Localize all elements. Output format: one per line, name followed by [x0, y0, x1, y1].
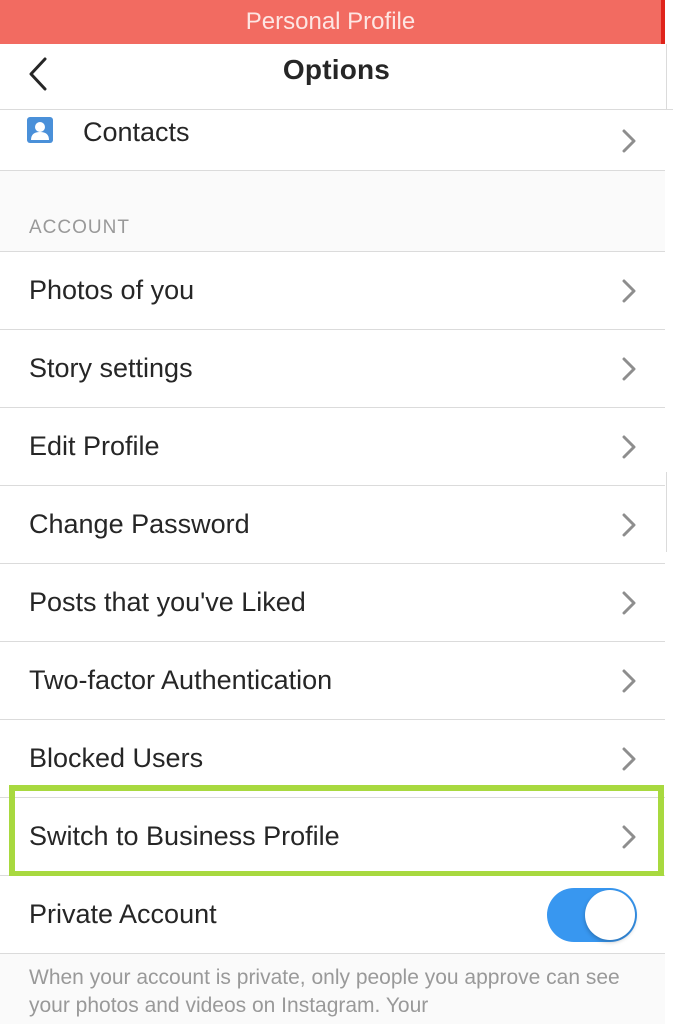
banner-title: Personal Profile — [245, 8, 416, 35]
chevron-right-icon — [622, 591, 636, 615]
toggle-knob — [585, 890, 635, 940]
blocked-users-row[interactable]: Blocked Users — [0, 720, 665, 798]
chevron-right-icon — [622, 129, 636, 153]
chevron-right-icon — [622, 279, 636, 303]
row-label: Change Password — [29, 509, 250, 539]
options-header: Options — [0, 44, 673, 110]
right-edge-divider — [666, 472, 667, 552]
private-account-label: Private Account — [29, 899, 217, 929]
footer-note: When your account is private, only peopl… — [29, 966, 620, 1017]
contact-card-icon — [27, 117, 53, 143]
personal-profile-banner: Personal Profile — [0, 0, 665, 44]
page-title: Options — [282, 54, 391, 85]
chevron-right-icon — [622, 669, 636, 693]
row-label: Photos of you — [29, 275, 195, 305]
story-settings-row[interactable]: Story settings — [0, 330, 665, 408]
contacts-row[interactable]: Contacts — [0, 110, 665, 171]
change-password-row[interactable]: Change Password — [0, 486, 665, 564]
row-label: Story settings — [29, 353, 193, 383]
row-label: Two-factor Authentication — [29, 665, 333, 695]
section-header-account: ACCOUNT — [29, 217, 130, 238]
edit-profile-row[interactable]: Edit Profile — [0, 408, 665, 486]
posts-liked-row[interactable]: Posts that you've Liked — [0, 564, 665, 642]
switch-to-business-profile-row[interactable]: Switch to Business Profile — [0, 798, 665, 876]
account-section: ACCOUNT — [0, 171, 665, 252]
two-factor-authentication-row[interactable]: Two-factor Authentication — [0, 642, 665, 720]
chevron-right-icon — [622, 435, 636, 459]
chevron-right-icon — [622, 513, 636, 537]
chevron-right-icon — [622, 747, 636, 771]
right-edge-divider — [666, 44, 667, 110]
row-label: Posts that you've Liked — [29, 587, 306, 617]
row-label: Edit Profile — [29, 431, 160, 461]
private-account-toggle[interactable] — [547, 888, 637, 942]
row-label: Switch to Business Profile — [29, 821, 340, 851]
photos-of-you-row[interactable]: Photos of you — [0, 252, 665, 330]
contacts-label: Contacts — [83, 117, 190, 147]
private-account-description: When your account is private, only peopl… — [0, 954, 665, 1024]
chevron-right-icon — [622, 357, 636, 381]
row-label: Blocked Users — [29, 743, 204, 773]
chevron-right-icon — [622, 825, 636, 849]
